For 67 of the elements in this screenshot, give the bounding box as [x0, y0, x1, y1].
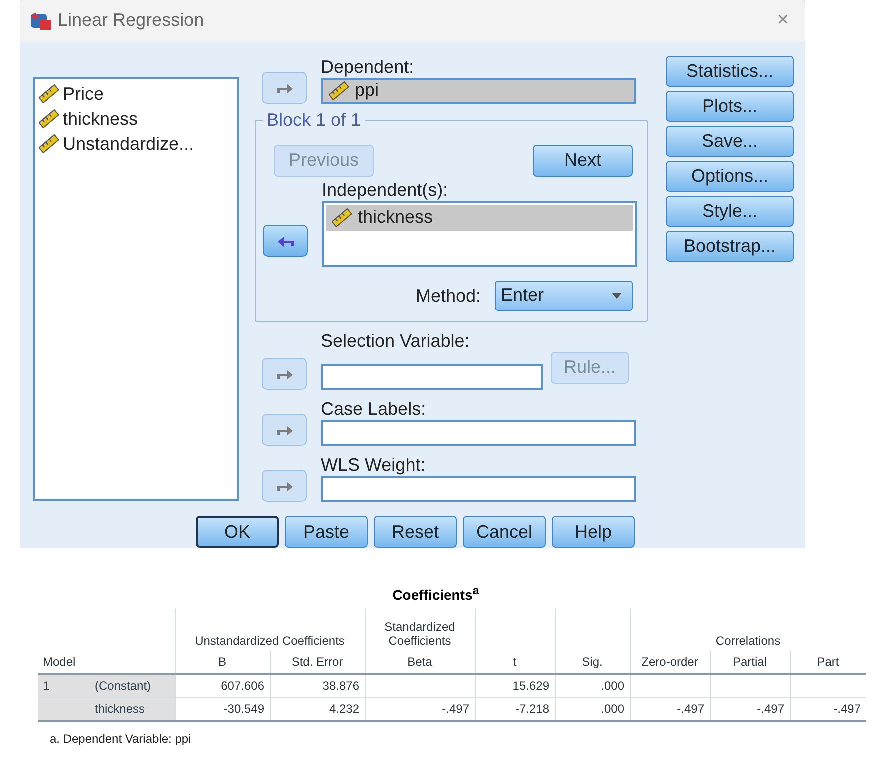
dialog-button[interactable]: Help: [552, 516, 635, 548]
table-cell: -.497: [677, 702, 704, 716]
column-group-header: Standardized Coefficients: [384, 620, 456, 648]
table-cell: -7.218: [515, 702, 550, 716]
table-cell: -.497: [834, 702, 862, 716]
field-label: Independent(s):: [322, 178, 450, 201]
column-header: Part: [817, 654, 840, 669]
field-label: Dependent:: [321, 56, 416, 78]
variable-name: thickness: [358, 207, 434, 228]
independent-item[interactable]: thickness: [326, 204, 633, 231]
column-header: Zero-order: [642, 654, 698, 669]
dialog-button[interactable]: Plots...: [666, 90, 794, 122]
dialog-button[interactable]: Style...: [666, 196, 794, 227]
move-button[interactable]: [262, 72, 307, 104]
next-button[interactable]: Next: [533, 144, 633, 177]
table-cell: 4.232: [329, 702, 360, 716]
dialog-button[interactable]: Reset: [374, 516, 457, 548]
column-header: Beta: [408, 654, 432, 669]
table-cell: 607.606: [221, 678, 264, 693]
table-cell: 15.629: [512, 678, 550, 693]
table-title: Coefficients$^{a}$: [392, 584, 480, 603]
variable-item[interactable]: thickness: [39, 106, 233, 132]
column-header: Sig.: [582, 654, 603, 669]
table-cell: .000: [601, 678, 624, 693]
footnote: a. Dependent Variable: ppi: [50, 732, 192, 746]
column-header: Partial: [732, 654, 767, 669]
column-header: t: [513, 654, 517, 669]
field-label: Case Labels:: [321, 398, 428, 420]
table-cell: -30.549: [224, 702, 264, 716]
variable-item[interactable]: Price: [39, 82, 233, 107]
dialog-button[interactable]: OK: [196, 516, 279, 548]
column-group-header: Correlations: [716, 634, 781, 648]
table-cell: -.497: [757, 702, 784, 716]
variable-item[interactable]: Unstandardize...: [39, 132, 233, 157]
column-group-header: Unstandardized Coefficients: [195, 634, 345, 648]
move-button[interactable]: [262, 470, 307, 502]
dialog-button[interactable]: Cancel: [463, 516, 546, 548]
dialog-button[interactable]: Options...: [666, 160, 794, 192]
dropdown-value: Enter: [501, 285, 544, 306]
row-header: 1: [43, 678, 50, 693]
row-header: (Constant): [95, 678, 152, 693]
app-icon: [30, 10, 52, 31]
column-header: B: [218, 654, 226, 669]
window-title: Linear Regression: [58, 10, 204, 32]
caret-icon: [612, 292, 622, 299]
table-cell: .000: [601, 702, 624, 716]
move-button[interactable]: [262, 358, 307, 390]
case-labels-field[interactable]: [321, 420, 636, 446]
method-label: Method:: [416, 284, 481, 307]
selection-variable-field[interactable]: [321, 364, 543, 390]
dependent-field[interactable]: ppi: [321, 78, 636, 104]
table-cell: 38.876: [322, 678, 360, 693]
move-button[interactable]: [262, 414, 307, 446]
move-button[interactable]: [263, 224, 308, 257]
column-header: Std. Error: [292, 654, 344, 669]
method-dropdown[interactable]: Enter: [495, 280, 633, 311]
field-label: Selection Variable:: [321, 330, 471, 352]
table-cell: -.497: [442, 702, 470, 716]
wls-weight-field[interactable]: [321, 476, 636, 502]
field-value: ppi: [355, 80, 380, 102]
dialog-button[interactable]: Statistics...: [666, 56, 794, 87]
field-label: WLS Weight:: [321, 454, 427, 476]
row-header: thickness: [95, 702, 146, 716]
column-header: Model: [43, 654, 76, 669]
dialog-button[interactable]: Save...: [666, 126, 794, 157]
dialog-button[interactable]: Paste: [285, 516, 368, 548]
dialog-button[interactable]: Bootstrap...: [666, 230, 794, 262]
